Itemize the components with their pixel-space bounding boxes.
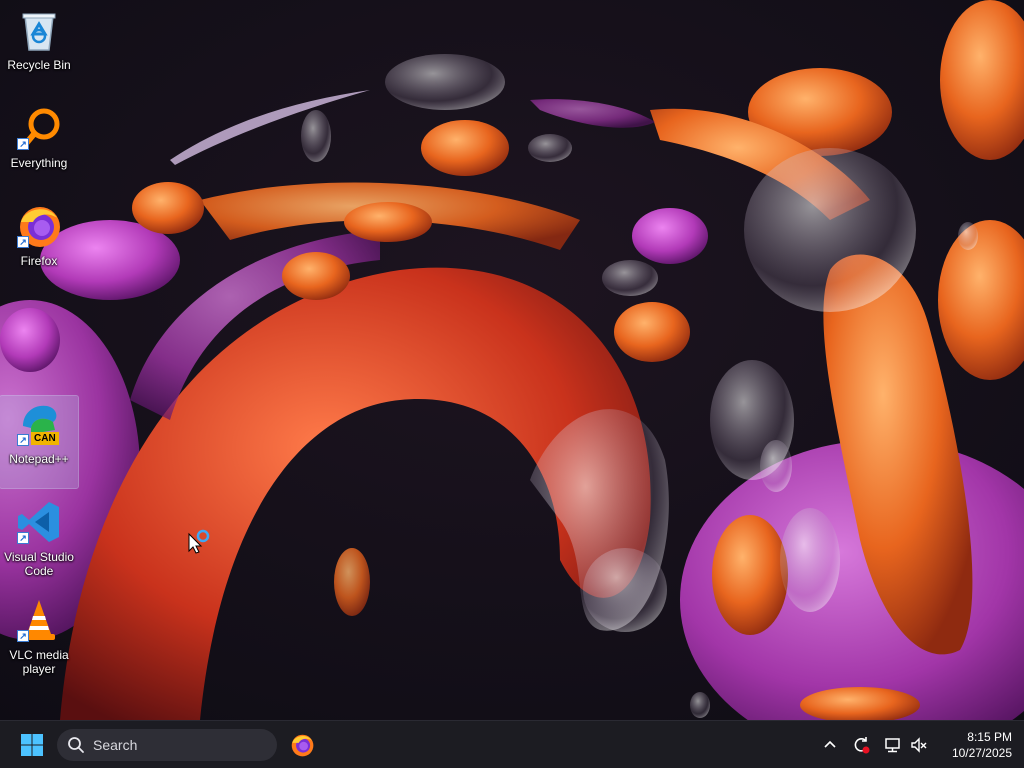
shortcut-arrow-icon: ↗ <box>17 434 29 446</box>
search-placeholder: Search <box>93 737 138 753</box>
taskbar-clock[interactable]: 8:15 PM 10/27/2025 <box>940 729 1012 761</box>
desktop-icon-firefox[interactable]: ↗ Firefox <box>0 198 78 290</box>
clock-time: 8:15 PM <box>967 730 1012 744</box>
tray-volume[interactable] <box>905 731 933 759</box>
firefox-icon <box>291 734 314 757</box>
desktop-icon-label: Firefox <box>20 254 58 268</box>
desktop-icon-label: Visual Studio Code <box>4 550 74 578</box>
shortcut-arrow-icon: ↗ <box>17 630 29 642</box>
desktop-icon-vscode[interactable]: ↗ Visual Studio Code <box>0 494 78 586</box>
desktop-icon-label: VLC media player <box>9 648 69 676</box>
clock-date: 10/27/2025 <box>951 746 1012 760</box>
volume-muted-icon <box>911 737 927 753</box>
search-icon <box>68 737 84 753</box>
desktop-icon-label: Notepad++ <box>9 452 69 466</box>
shortcut-arrow-icon: ↗ <box>17 236 29 248</box>
desktop-icon-recycle-bin[interactable]: Recycle Bin <box>0 2 78 94</box>
taskbar: Search 8:15 PM 10/27/2025 <box>0 720 1024 768</box>
can-badge: CAN <box>31 432 59 445</box>
chevron-up-icon <box>824 740 836 748</box>
vlc-icon: ↗ <box>15 596 63 644</box>
windows-logo-icon <box>21 734 43 756</box>
desktop-icon-notepad-plus-plus[interactable]: CAN ↗ Notepad++ <box>0 395 79 489</box>
notepad-plus-plus-icon: CAN ↗ <box>15 400 63 448</box>
desktop-wallpaper <box>0 0 1024 720</box>
taskbar-app-firefox[interactable] <box>284 729 320 761</box>
firefox-icon: ↗ <box>15 202 63 250</box>
shortcut-arrow-icon: ↗ <box>17 532 29 544</box>
tray-sync-status[interactable] <box>847 731 875 759</box>
shortcut-arrow-icon: ↗ <box>17 138 29 150</box>
desktop-icon-everything[interactable]: ↗ Everything <box>0 100 78 192</box>
vscode-icon: ↗ <box>15 498 63 546</box>
desktop-icon-label: Recycle Bin <box>7 58 71 72</box>
everything-search-icon: ↗ <box>15 104 63 152</box>
sync-icon <box>854 737 870 754</box>
show-hidden-icons-button[interactable] <box>816 731 844 759</box>
network-icon <box>885 738 900 753</box>
tray-network[interactable] <box>879 731 907 759</box>
desktop-icon-vlc[interactable]: ↗ VLC media player <box>0 592 78 684</box>
mouse-cursor-busy-icon <box>188 529 210 554</box>
start-button[interactable] <box>14 729 50 761</box>
recycle-bin-icon <box>15 6 63 54</box>
taskbar-search-box[interactable]: Search <box>57 729 277 761</box>
desktop-icon-label: Everything <box>10 156 68 170</box>
